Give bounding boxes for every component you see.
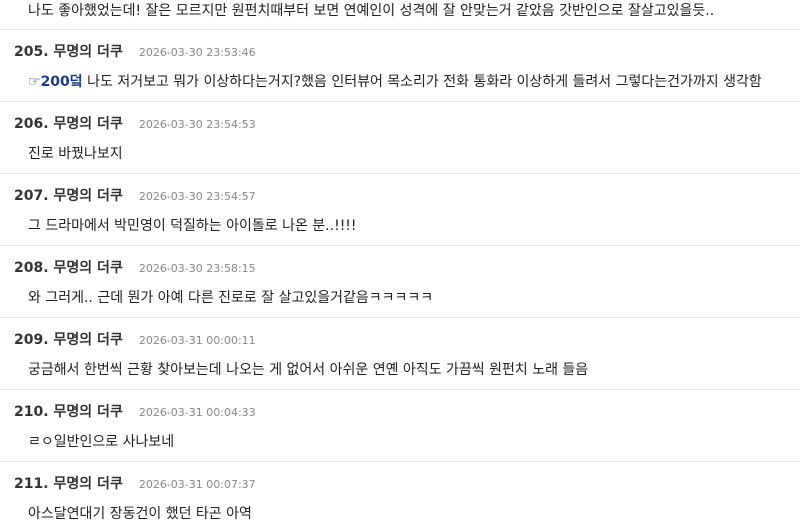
comment-header: 209. 무명의 더쿠 2026-03-31 00:00:11 [14,329,256,349]
comment-timestamp: 2026-03-31 00:04:33 [138,406,256,419]
comment-header: 210. 무명의 더쿠 2026-03-31 00:04:33 [14,401,256,421]
comment-210: 210. 무명의 더쿠 2026-03-31 00:04:33 ㄹㅇ일반인으로 … [0,390,800,462]
comment-208: 208. 무명의 더쿠 2026-03-30 23:58:15 와 그러게.. … [0,246,800,318]
pointing-hand-icon: ☞ [28,74,41,90]
comment-number[interactable]: 209. [14,332,49,348]
comment-206: 206. 무명의 더쿠 2026-03-30 23:54:53 진로 바꿨나보지 [0,102,800,174]
comment-author: 무명의 더쿠 [53,404,123,420]
comment-header: 207. 무명의 더쿠 2026-03-30 23:54:57 [14,185,256,205]
comment-header: 208. 무명의 더쿠 2026-03-30 23:58:15 [14,257,256,277]
reply-anchor-label: 200덬 [40,74,83,90]
comment-author: 무명의 더쿠 [53,44,123,60]
reply-anchor-link[interactable]: ☞200덬 [28,74,83,90]
comment-timestamp: 2026-03-31 00:00:11 [138,334,256,347]
comment-209: 209. 무명의 더쿠 2026-03-31 00:00:11 궁금해서 한번씩… [0,318,800,390]
comment-number[interactable]: 207. [14,188,49,204]
comment-header: 205. 무명의 더쿠 2026-03-30 23:53:46 [14,41,256,61]
comment-number[interactable]: 208. [14,260,49,276]
comment-body-partial: 나도 좋아했었는데! 잘은 모르지만 원펀치때부터 보면 연예인이 성격에 잘 … [0,0,800,30]
comment-number[interactable]: 205. [14,44,49,60]
comment-number[interactable]: 210. [14,404,49,420]
comment-thread: 나도 좋아했었는데! 잘은 모르지만 원펀치때부터 보면 연예인이 성격에 잘 … [0,0,800,530]
comment-timestamp: 2026-03-30 23:53:46 [138,46,256,59]
comment-body: 진로 바꿨나보지 [28,146,123,162]
comment-header: 206. 무명의 더쿠 2026-03-30 23:54:53 [14,113,256,133]
comment-timestamp: 2026-03-30 23:58:15 [138,262,256,275]
comment-author: 무명의 더쿠 [53,332,123,348]
comment-body: 와 그러게.. 근데 뭔가 아예 다른 진로로 잘 살고있을거같음ㅋㅋㅋㅋㅋ [28,290,434,306]
comment-text: 나도 저거보고 뭐가 이상하다는거지?했음 인터뷰어 목소리가 전화 통화라 이… [82,74,762,90]
comment-205: 205. 무명의 더쿠 2026-03-30 23:53:46 ☞200덬 나도… [0,30,800,102]
comment-number[interactable]: 211. [14,476,49,492]
comment-author: 무명의 더쿠 [53,188,123,204]
comment-author: 무명의 더쿠 [53,476,123,492]
comment-timestamp: 2026-03-30 23:54:57 [138,190,256,203]
comment-body: 궁금해서 한번씩 근황 찾아보는데 나오는 게 없어서 아쉬운 연옌 아직도 가… [28,362,589,378]
comment-author: 무명의 더쿠 [53,260,123,276]
comment-body: ㄹㅇ일반인으로 사나보네 [28,434,175,450]
comment-header: 211. 무명의 더쿠 2026-03-31 00:07:37 [14,473,256,493]
comment-body: 그 드라마에서 박민영이 덕질하는 아이돌로 나온 분..!!!! [28,218,357,234]
comment-author: 무명의 더쿠 [53,116,123,132]
comment-number[interactable]: 206. [14,116,49,132]
comment-211: 211. 무명의 더쿠 2026-03-31 00:07:37 아스달연대기 장… [0,462,800,530]
comment-timestamp: 2026-03-31 00:07:37 [138,478,256,491]
comment-body: ☞200덬 나도 저거보고 뭐가 이상하다는거지?했음 인터뷰어 목소리가 전화… [28,72,790,92]
comment-timestamp: 2026-03-30 23:54:53 [138,118,256,131]
comment-body: 아스달연대기 장동건이 했던 타곤 아역 [28,506,252,522]
comment-207: 207. 무명의 더쿠 2026-03-30 23:54:57 그 드라마에서 … [0,174,800,246]
